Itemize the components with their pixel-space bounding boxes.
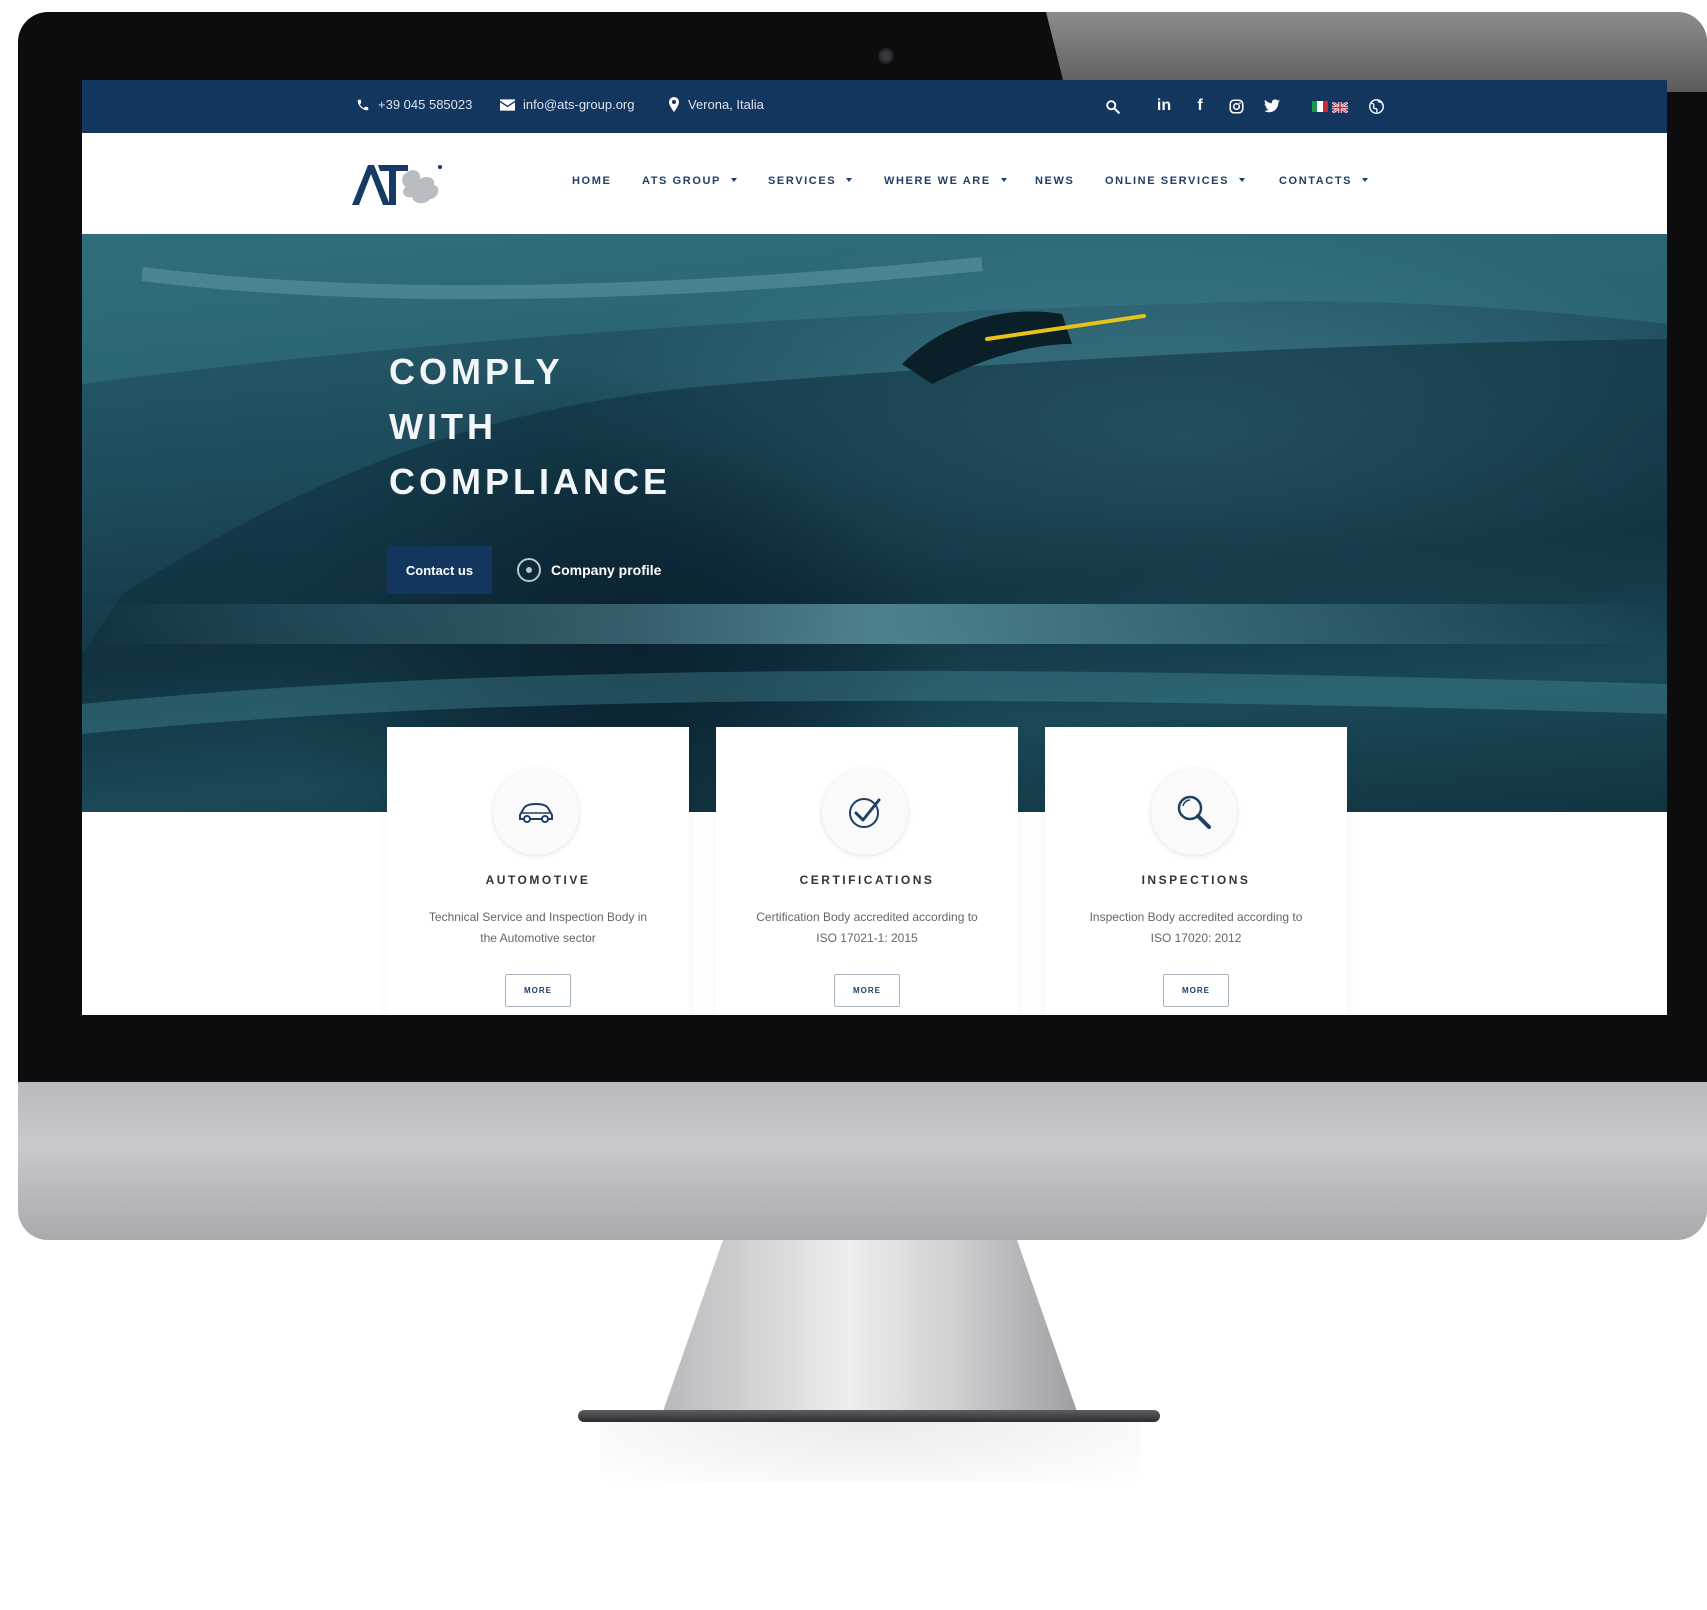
hero-banner: COMPLY WITH COMPLIANCE Contact us Compan… — [82, 234, 1667, 812]
nav-services[interactable]: SERVICES — [768, 175, 853, 187]
linkedin-label: in — [1156, 97, 1172, 114]
monitor-stand — [660, 1240, 1080, 1420]
hero-car-image — [82, 234, 1667, 812]
nav-ats-group[interactable]: ATS GROUP — [642, 175, 737, 187]
nav-news[interactable]: NEWS — [1035, 175, 1074, 187]
certifications-more-button[interactable]: MORE — [834, 974, 900, 1007]
facebook-icon[interactable]: f — [1188, 94, 1212, 118]
email-text: info@ats-group.org — [523, 97, 635, 112]
italian-flag-icon[interactable] — [1312, 100, 1328, 112]
camera-icon — [878, 48, 894, 64]
top-contact-bar: +39 045 585023 info@ats-group.org Verona… — [82, 80, 1667, 133]
service-card-inspections: INSPECTIONS Inspection Body accredited a… — [1045, 727, 1347, 1015]
nav-contacts-label: CONTACTS — [1279, 175, 1353, 187]
card-title: CERTIFICATIONS — [799, 873, 935, 887]
map-pin-icon — [669, 97, 679, 112]
main-navbar: HOME ATS GROUP SERVICES WHERE WE ARE NEW… — [82, 133, 1667, 234]
caret-down-icon — [1362, 178, 1369, 182]
nav-ats-group-label: ATS GROUP — [642, 175, 721, 187]
service-card-automotive: AUTOMOTIVE Technical Service and Inspect… — [387, 727, 689, 1015]
nav-contacts[interactable]: CONTACTS — [1279, 175, 1369, 187]
phone-icon — [357, 99, 369, 110]
nav-online-services[interactable]: ONLINE SERVICES — [1105, 175, 1246, 187]
phone-text: +39 045 585023 — [378, 97, 473, 112]
instagram-icon[interactable] — [1224, 94, 1248, 118]
envelope-icon — [500, 98, 515, 111]
automotive-more-button[interactable]: MORE — [505, 974, 571, 1007]
card-title: INSPECTIONS — [1141, 873, 1251, 887]
nav-online-services-label: ONLINE SERVICES — [1105, 175, 1230, 187]
uk-flag-icon[interactable] — [1331, 100, 1349, 114]
monitor-base — [578, 1410, 1160, 1422]
monitor-chin — [18, 1082, 1707, 1240]
location-contact[interactable]: Verona, Italia — [668, 97, 764, 112]
card-title: AUTOMOTIVE — [485, 873, 591, 887]
caret-down-icon — [1239, 178, 1246, 182]
service-card-certifications: CERTIFICATIONS Certification Body accred… — [716, 727, 1018, 1015]
company-profile-link[interactable]: Company profile — [517, 558, 661, 582]
facebook-label: f — [1197, 97, 1203, 114]
twitter-icon[interactable] — [1260, 94, 1284, 118]
language-switcher — [1312, 94, 1388, 118]
nav-news-label: NEWS — [1035, 175, 1075, 187]
nav-home[interactable]: HOME — [572, 175, 611, 187]
search-icon — [1100, 94, 1124, 118]
location-text: Verona, Italia — [688, 97, 764, 112]
hero-headline-line-2: WITH — [389, 406, 497, 447]
nav-services-label: SERVICES — [768, 175, 837, 187]
magnifier-icon — [1151, 769, 1237, 855]
social-links: in f — [1152, 94, 1284, 118]
card-description: Inspection Body accredited according to … — [1089, 910, 1303, 945]
nav-home-label: HOME — [572, 175, 612, 187]
ats-logo[interactable] — [350, 161, 450, 207]
website-screen: +39 045 585023 info@ats-group.org Verona… — [82, 80, 1667, 1015]
nav-where-we-are[interactable]: WHERE WE ARE — [884, 175, 1007, 187]
check-badge-icon — [822, 769, 908, 855]
base-shadow — [600, 1422, 1140, 1482]
contact-us-button[interactable]: Contact us — [387, 546, 492, 594]
caret-down-icon — [730, 178, 737, 182]
inspections-more-button[interactable]: MORE — [1163, 974, 1229, 1007]
hero-headline-line-1: COMPLY — [389, 351, 564, 392]
card-description: Certification Body accredited according … — [756, 910, 978, 945]
caret-down-icon — [846, 178, 853, 182]
caret-down-icon — [1000, 178, 1007, 182]
email-contact[interactable]: info@ats-group.org — [500, 97, 634, 112]
globe-icon[interactable] — [1364, 94, 1388, 118]
phone-contact[interactable]: +39 045 585023 — [356, 97, 472, 112]
card-description: Technical Service and Inspection Body in… — [428, 910, 648, 945]
nav-where-we-are-label: WHERE WE ARE — [884, 175, 991, 187]
hero-headline: COMPLY WITH COMPLIANCE — [389, 344, 671, 509]
play-circle-icon — [517, 558, 541, 582]
hero-headline-line-3: COMPLIANCE — [389, 461, 671, 502]
linkedin-icon[interactable]: in — [1152, 94, 1176, 118]
search-button[interactable] — [1100, 94, 1124, 118]
car-icon — [493, 769, 579, 855]
company-profile-label: Company profile — [551, 562, 662, 578]
